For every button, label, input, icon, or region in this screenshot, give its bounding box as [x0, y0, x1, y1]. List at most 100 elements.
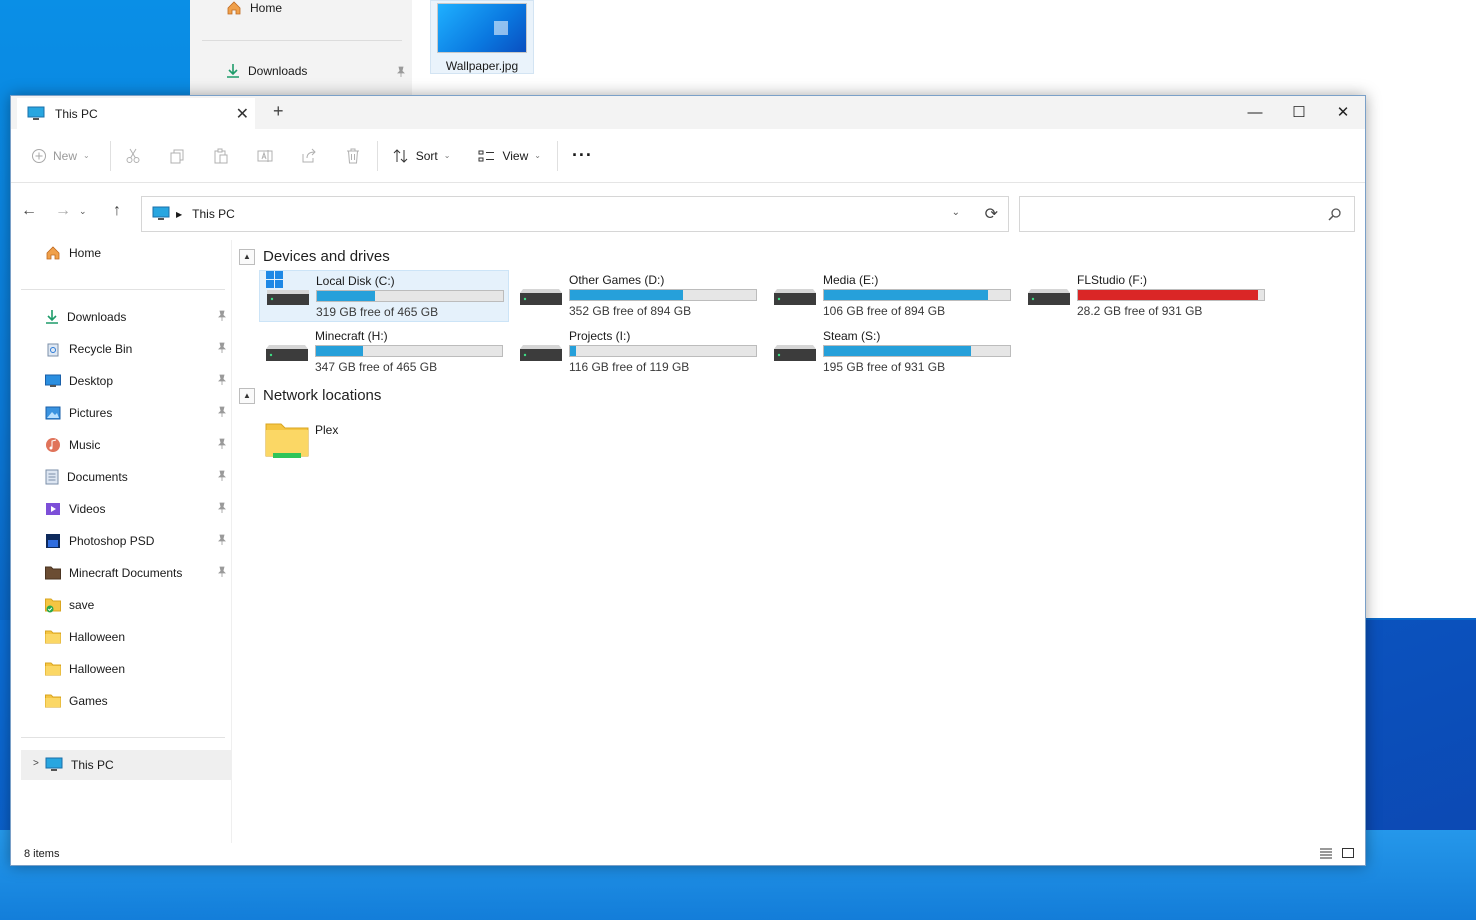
sidebar-item-documents[interactable]: Documents — [21, 462, 231, 492]
this-pc-icon — [152, 206, 170, 220]
address-bar[interactable]: ▶ This PC ⌄ ⟳ — [141, 196, 1009, 232]
hard-drive-icon — [1027, 284, 1071, 313]
share-button[interactable] — [301, 148, 317, 164]
item-count: 8 items — [24, 848, 60, 860]
drive-item[interactable]: Other Games (D:) 352 GB free of 894 GB — [513, 270, 763, 322]
forward-arrow-icon[interactable]: → — [55, 202, 71, 220]
share-icon — [302, 148, 316, 162]
sidebar-item-games[interactable]: Games — [21, 686, 231, 716]
status-bar: 8 items — [11, 843, 1365, 865]
background-nav-home[interactable]: Home — [226, 0, 282, 16]
drive-free-space: 106 GB free of 894 GB — [823, 304, 946, 318]
maximize-button[interactable]: ☐ — [1277, 96, 1321, 128]
copy-button[interactable] — [169, 148, 185, 164]
sidebar-item-recycle-bin[interactable]: Recycle Bin — [21, 334, 231, 364]
paste-button[interactable] — [213, 148, 229, 164]
drive-name: Media (E:) — [823, 273, 879, 287]
sidebar-item-label: Home — [69, 246, 102, 260]
drive-free-space: 28.2 GB free of 931 GB — [1077, 304, 1203, 318]
collapse-icon[interactable]: ▲ — [239, 387, 255, 404]
drive-item[interactable]: Minecraft (H:) 347 GB free of 465 GB — [259, 326, 509, 378]
refresh-icon[interactable]: ⟳ — [985, 204, 998, 224]
sidebar-item-pictures[interactable]: Pictures — [21, 398, 231, 428]
music-icon — [45, 437, 61, 453]
pin-icon — [217, 374, 227, 389]
address-dropdown-icon[interactable]: ⌄ — [952, 207, 960, 218]
tab-close-icon[interactable]: ✕ — [236, 104, 249, 124]
hard-drive-icon — [773, 284, 817, 313]
collapse-icon[interactable]: ▲ — [239, 248, 255, 265]
breadcrumb-this-pc[interactable]: This PC — [192, 207, 235, 221]
drive-usage-bar — [315, 345, 503, 357]
sidebar-divider — [21, 289, 225, 290]
pin-icon — [397, 66, 405, 77]
sidebar-item-label: Minecraft Documents — [69, 566, 183, 580]
drive-item[interactable]: FLStudio (F:) 28.2 GB free of 931 GB — [1021, 270, 1271, 322]
sort-button[interactable]: Sort ⌄ — [392, 148, 451, 164]
delete-icon — [346, 148, 359, 163]
wallpaper-thumbnail[interactable]: Wallpaper.jpg — [430, 0, 534, 74]
minimize-button[interactable]: — — [1233, 96, 1277, 128]
network-group-header[interactable]: ▲ Network locations — [239, 387, 381, 404]
view-switcher — [1319, 846, 1355, 860]
large-icons-view-icon[interactable] — [1341, 846, 1355, 860]
tab-this-pc[interactable]: This PC ✕ — [17, 98, 255, 129]
sidebar-item-photoshop-psd[interactable]: Photoshop PSD — [21, 526, 231, 556]
chevron-right-icon[interactable]: > — [33, 758, 39, 769]
drive-item[interactable]: Steam (S:) 195 GB free of 931 GB — [767, 326, 1017, 378]
up-arrow-icon[interactable]: ↑ — [113, 202, 121, 220]
sidebar-item-minecraft-documents[interactable]: Minecraft Documents — [21, 558, 231, 588]
close-button[interactable]: ✕ — [1321, 96, 1365, 128]
drive-name: Minecraft (H:) — [315, 329, 388, 343]
delete-button[interactable] — [345, 148, 361, 164]
new-tab-button[interactable]: + — [273, 101, 284, 122]
sidebar-item-label: save — [69, 598, 95, 612]
sidebar-item-this-pc[interactable]: > This PC — [21, 750, 231, 780]
sidebar-item-videos[interactable]: Videos — [21, 494, 231, 524]
title-bar: This PC ✕ + — ☐ ✕ — [11, 96, 1365, 129]
drive-usage-fill — [824, 346, 971, 356]
sidebar-item-downloads[interactable]: Downloads — [21, 302, 231, 332]
network-location-plex[interactable]: Plex — [259, 420, 379, 472]
folder-dark-icon — [45, 566, 61, 580]
cut-button[interactable] — [125, 148, 141, 164]
sidebar-item-halloween[interactable]: Halloween — [21, 622, 231, 652]
drive-usage-fill — [1078, 290, 1259, 300]
sidebar-item-music[interactable]: Music — [21, 430, 231, 460]
drive-item[interactable]: Projects (I:) 116 GB free of 119 GB — [513, 326, 763, 378]
details-view-icon[interactable] — [1319, 846, 1333, 860]
wallpaper-preview-image — [437, 3, 527, 53]
background-nav-downloads[interactable]: Downloads — [226, 63, 307, 79]
drive-item[interactable]: Local Disk (C:) 319 GB free of 465 GB — [259, 270, 509, 322]
photoshop-icon — [45, 533, 61, 549]
sort-icon — [393, 148, 408, 163]
sidebar-item-label: Games — [69, 694, 108, 708]
drive-name: Other Games (D:) — [569, 273, 665, 287]
content-area: ▲ Devices and drives Local Disk (C:) 319 … — [239, 244, 1359, 844]
rename-button[interactable] — [257, 148, 273, 164]
desktop-icon — [45, 374, 61, 388]
cut-icon — [126, 148, 140, 163]
documents-icon — [45, 469, 59, 485]
recent-locations-chevron-icon[interactable]: ⌄ — [79, 206, 87, 217]
chevron-down-icon: ⌄ — [443, 151, 451, 160]
address-row: ← → ⌄ ↑ ▶ This PC ⌄ ⟳ — [11, 184, 1365, 240]
drive-usage-fill — [824, 290, 988, 300]
folder-icon — [45, 630, 61, 644]
new-button[interactable]: New ⌄ — [31, 148, 90, 164]
sidebar-divider — [21, 737, 225, 738]
more-button[interactable]: ··· — [572, 145, 593, 166]
copy-icon — [170, 149, 184, 163]
sidebar-item-desktop[interactable]: Desktop — [21, 366, 231, 396]
view-button[interactable]: View ⌄ — [478, 148, 541, 164]
sort-label: Sort — [415, 148, 438, 163]
sidebar-item-label: Downloads — [67, 310, 127, 324]
drive-item[interactable]: Media (E:) 106 GB free of 894 GB — [767, 270, 1017, 322]
back-arrow-icon[interactable]: ← — [21, 202, 37, 220]
search-input[interactable] — [1019, 196, 1355, 232]
drive-usage-bar — [1077, 289, 1265, 301]
sidebar-item-home[interactable]: Home — [21, 238, 231, 268]
sidebar-item-halloween[interactable]: Halloween — [21, 654, 231, 684]
devices-group-header[interactable]: ▲ Devices and drives — [239, 248, 390, 265]
sidebar-item-save[interactable]: save — [21, 590, 231, 620]
